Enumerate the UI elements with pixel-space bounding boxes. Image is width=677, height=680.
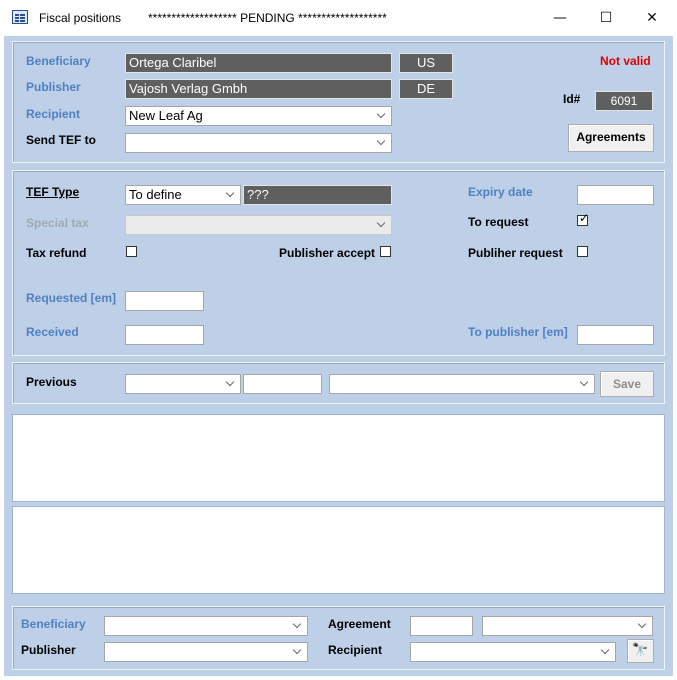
notes-memo[interactable] [12,414,665,502]
chevron-down-icon[interactable] [374,108,390,124]
title-bar: Fiscal positions ******************* PEN… [0,0,677,36]
previous-detail-combo[interactable] [329,374,595,394]
received-label: Received [26,325,79,339]
publisher-label: Publisher [26,80,81,94]
tax-refund-checkbox[interactable] [126,246,137,257]
filter-recipient-label: Recipient [328,643,383,657]
filter-agreement-combo[interactable] [482,616,653,636]
expiry-date-field[interactable] [577,185,654,205]
save-button[interactable]: Save [600,371,654,397]
filter-agreement-field[interactable] [410,616,473,636]
filter-recipient-combo[interactable] [410,642,616,662]
publisher-request-checkbox[interactable] [577,246,588,257]
previous-section: Previous Save [12,362,665,404]
requested-label: Requested [em] [26,291,117,305]
chevron-down-icon[interactable] [635,618,651,634]
validity-status: Not valid [600,54,651,68]
publisher-country-field[interactable]: DE [399,79,453,99]
tef-type-code-field[interactable]: ??? [243,185,392,205]
to-request-checkbox[interactable]: ✓ [577,211,590,226]
publisher-accept-checkbox[interactable] [380,246,391,257]
binoculars-icon[interactable]: 🔭 [627,639,654,663]
chevron-down-icon[interactable] [290,644,306,660]
recipient-combo[interactable]: New Leaf Ag [125,106,392,126]
previous-combo[interactable] [125,374,241,394]
close-button[interactable]: ✕ [629,4,675,32]
send-tef-combo[interactable] [125,133,392,153]
special-tax-label: Special tax [26,216,89,230]
window-title: Fiscal positions [39,11,122,25]
filter-section: Beneficiary Publisher Agreement Recipien… [12,606,665,670]
agreements-button[interactable]: Agreements [568,124,654,152]
previous-field[interactable] [243,374,322,394]
publisher-field[interactable]: Vajosh Verlag Gmbh [125,79,392,99]
publisher-accept-label: Publisher accept [279,246,376,260]
chevron-down-icon[interactable] [290,618,306,634]
filter-beneficiary-label: Beneficiary [21,617,86,631]
expiry-date-label: Expiry date [468,185,533,199]
chevron-down-icon[interactable] [223,187,239,203]
special-tax-combo[interactable] [125,215,392,235]
id-field[interactable]: 6091 [595,91,653,111]
chevron-down-icon[interactable] [223,376,239,392]
beneficiary-country-field[interactable]: US [399,53,453,73]
tef-type-label: TEF Type [26,185,80,199]
parties-section: Beneficiary Ortega Claribel US Publisher… [12,41,665,163]
tef-type-value: To define [129,187,182,202]
publisher-request-label: Publiher request [468,246,563,260]
chevron-down-icon[interactable] [577,376,593,392]
filter-beneficiary-combo[interactable] [104,616,308,636]
beneficiary-field[interactable]: Ortega Claribel [125,53,392,73]
beneficiary-label: Beneficiary [26,54,91,68]
recipient-value: New Leaf Ag [129,108,203,123]
minimize-button[interactable]: — [537,4,583,32]
tef-section: TEF Type To define ??? Special tax Tax r… [12,170,665,356]
chevron-down-icon[interactable] [598,644,614,660]
form-body: Beneficiary Ortega Claribel US Publisher… [4,36,673,676]
filter-publisher-label: Publisher [21,643,76,657]
form-icon [12,10,28,24]
to-publisher-label: To publisher [em] [468,325,568,339]
record-status: ******************* PENDING ************… [148,11,387,25]
filter-publisher-combo[interactable] [104,642,308,662]
send-tef-label: Send TEF to [26,133,96,147]
tef-type-combo[interactable]: To define [125,185,241,205]
previous-label: Previous [26,375,77,389]
tax-refund-label: Tax refund [26,246,87,260]
requested-field[interactable] [125,291,204,311]
to-publisher-field[interactable] [577,325,654,345]
to-request-label: To request [468,215,529,229]
recipient-label: Recipient [26,107,81,121]
checkmark-icon: ✓ [579,211,590,225]
maximize-button[interactable]: ☐ [583,4,629,32]
chevron-down-icon[interactable] [374,217,390,233]
filter-agreement-label: Agreement [328,617,391,631]
received-field[interactable] [125,325,204,345]
id-label: Id# [563,92,581,106]
chevron-down-icon[interactable] [374,135,390,151]
comments-memo[interactable] [12,506,665,594]
